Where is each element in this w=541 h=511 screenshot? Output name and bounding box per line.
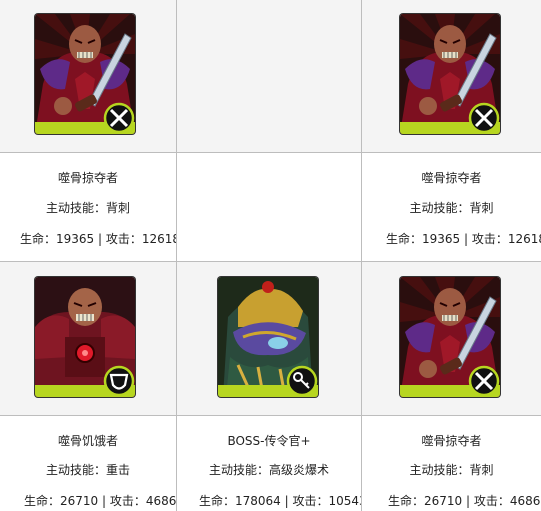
card-3-info: 噬骨掠夺者 主动技能：背刺 生命：19365 | 攻击：12618	[362, 153, 541, 261]
monster-skill: 主动技能：重击	[45, 463, 130, 477]
monster-name: 噬骨饥饿者	[57, 434, 118, 448]
card-4-info: 噬骨饥饿者 主动技能：重击 生命：26710 | 攻击：4686	[0, 416, 176, 511]
card-4-image-cell	[0, 262, 176, 415]
card-3-image-cell	[362, 0, 541, 152]
monster-skill: 主动技能：背刺	[409, 201, 494, 215]
portrait-bone-plunderer[interactable]	[400, 277, 500, 397]
portrait-bone-hunger[interactable]	[35, 277, 135, 397]
portrait-bone-plunderer[interactable]	[400, 14, 500, 134]
card-1-image-cell	[0, 0, 176, 152]
monster-stats: 生命：26710 | 攻击：4686	[24, 494, 177, 508]
row-divider	[0, 415, 541, 416]
card-2-image-cell	[177, 0, 361, 152]
monster-name: 噬骨掠夺者	[421, 171, 482, 185]
monster-name: BOSS-传令官+	[227, 434, 311, 448]
monster-skill: 主动技能：高级炎爆术	[208, 463, 329, 477]
monster-stats: 生命：19365 | 攻击：12618	[386, 232, 541, 246]
monster-stats: 生命：178064 | 攻击：10543	[199, 494, 367, 508]
card-6-info: 噬骨掠夺者 主动技能：背刺 生命：26710 | 攻击：4686	[362, 416, 541, 511]
card-5-info: BOSS-传令官+ 主动技能：高级炎爆术 生命：178064 | 攻击：1054…	[177, 416, 367, 511]
monster-name: 噬骨掠夺者	[421, 434, 482, 448]
monster-skill: 主动技能：背刺	[409, 463, 494, 477]
column-divider	[176, 0, 177, 511]
portrait-bone-plunderer[interactable]	[35, 14, 135, 134]
monster-skill: 主动技能：背刺	[45, 201, 130, 215]
row-divider	[0, 261, 541, 262]
card-6-image-cell	[362, 262, 541, 415]
monster-stats: 生命：26710 | 攻击：4686	[388, 494, 541, 508]
portrait-herald-boss[interactable]	[218, 277, 318, 397]
card-5-image-cell	[177, 262, 361, 415]
row-divider	[0, 152, 541, 153]
monster-name: 噬骨掠夺者	[57, 171, 118, 185]
column-divider	[361, 0, 362, 511]
card-2-info	[177, 153, 361, 261]
card-1-info: 噬骨掠夺者 主动技能：背刺 生命：19365 | 攻击：12618	[0, 153, 180, 261]
monster-card-table: 噬骨掠夺者 主动技能：背刺 生命：19365 | 攻击：12618 噬骨掠夺者 …	[0, 0, 541, 511]
